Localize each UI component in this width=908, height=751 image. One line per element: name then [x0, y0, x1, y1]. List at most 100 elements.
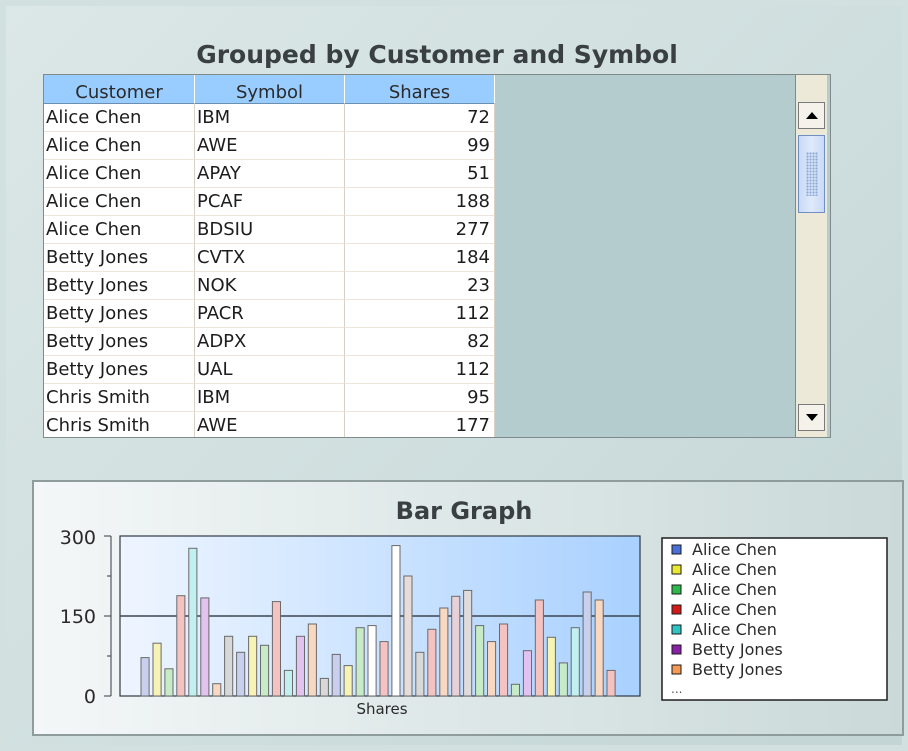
shares-cell[interactable]: 95 — [345, 384, 495, 412]
shares-cell[interactable]: 51 — [345, 160, 495, 188]
shares-cell[interactable]: 72 — [345, 104, 495, 132]
table-row[interactable]: Alice Chen PCAF 188 — [44, 188, 495, 216]
content-panel: Grouped by Customer and Symbol Customer … — [6, 6, 904, 745]
shares-cell[interactable]: 188 — [345, 188, 495, 216]
scroll-thumb[interactable] — [798, 135, 825, 213]
customer-cell[interactable]: Betty Jones — [44, 300, 195, 328]
bar — [594, 599, 604, 697]
legend-label: Alice Chen — [692, 600, 777, 619]
customer-cell[interactable]: Alice Chen — [44, 160, 195, 188]
table-row[interactable]: Alice Chen IBM 72 — [44, 104, 495, 132]
symbol-cell[interactable]: APAY — [195, 160, 345, 188]
shares-cell[interactable]: 177 — [345, 412, 495, 437]
bar — [331, 653, 341, 697]
symbol-cell[interactable]: CVTX — [195, 244, 345, 272]
bar — [499, 623, 509, 697]
column-header-customer[interactable]: Customer — [44, 75, 195, 104]
bar — [140, 657, 150, 697]
symbol-cell[interactable]: IBM — [195, 104, 345, 132]
bar — [343, 665, 353, 697]
app-window: Grouped by Customer and Symbol Customer … — [0, 0, 908, 751]
shares-cell[interactable]: 99 — [345, 132, 495, 160]
table-row[interactable]: Alice Chen APAY 51 — [44, 160, 495, 188]
table-title: Grouped by Customer and Symbol — [196, 40, 678, 69]
bar — [379, 641, 389, 697]
bar — [271, 601, 281, 697]
table-row[interactable]: Alice Chen AWE 99 — [44, 132, 495, 160]
customer-cell[interactable]: Alice Chen — [44, 104, 195, 132]
vertical-scrollbar[interactable] — [795, 75, 827, 437]
grip-icon — [806, 152, 818, 196]
customer-cell[interactable]: Betty Jones — [44, 356, 195, 384]
bar — [558, 662, 568, 697]
shares-cell[interactable]: 184 — [345, 244, 495, 272]
scroll-up-button[interactable] — [798, 102, 825, 129]
symbol-cell[interactable]: AWE — [195, 132, 345, 160]
customer-cell[interactable]: Alice Chen — [44, 188, 195, 216]
table-header: Customer Symbol Shares — [44, 75, 495, 104]
symbol-cell[interactable]: NOK — [195, 272, 345, 300]
table-row[interactable]: Chris Smith IBM 95 — [44, 384, 495, 412]
legend-swatch — [671, 604, 682, 615]
bar — [403, 575, 413, 697]
column-header-shares[interactable]: Shares — [345, 75, 495, 104]
customer-cell[interactable]: Betty Jones — [44, 244, 195, 272]
table-row[interactable]: Betty Jones NOK 23 — [44, 272, 495, 300]
symbol-cell[interactable]: UAL — [195, 356, 345, 384]
legend-label: Alice Chen — [692, 540, 777, 559]
shares-cell[interactable]: 277 — [345, 216, 495, 244]
customer-cell[interactable]: Alice Chen — [44, 216, 195, 244]
legend-label: Alice Chen — [692, 560, 777, 579]
symbol-cell[interactable]: ADPX — [195, 328, 345, 356]
symbol-cell[interactable]: PCAF — [195, 188, 345, 216]
data-table[interactable]: Customer Symbol Shares Alice Chen IBM 72 Al… — [43, 74, 831, 438]
customer-cell[interactable]: Betty Jones — [44, 328, 195, 356]
bar — [546, 636, 556, 697]
symbol-cell[interactable]: AWE — [195, 412, 345, 437]
customer-cell[interactable]: Chris Smith — [44, 412, 195, 437]
symbol-cell[interactable]: BDSIU — [195, 216, 345, 244]
shares-cell[interactable]: 82 — [345, 328, 495, 356]
shares-cell[interactable]: 112 — [345, 356, 495, 384]
column-header-symbol[interactable]: Symbol — [195, 75, 345, 104]
bar — [487, 641, 497, 697]
bar — [570, 627, 580, 697]
table-row[interactable]: Betty Jones ADPX 82 — [44, 328, 495, 356]
customer-cell[interactable]: Betty Jones — [44, 272, 195, 300]
symbol-cell[interactable]: IBM — [195, 384, 345, 412]
table-row[interactable]: Betty Jones PACR 112 — [44, 300, 495, 328]
bar — [295, 635, 305, 697]
customer-cell[interactable]: Chris Smith — [44, 384, 195, 412]
bar — [391, 545, 401, 697]
bar — [236, 651, 246, 697]
legend-swatch — [671, 564, 682, 575]
bar — [355, 627, 365, 697]
legend-label: Alice Chen — [692, 580, 777, 599]
shares-cell[interactable]: 112 — [345, 300, 495, 328]
bar — [283, 669, 293, 697]
shares-cell[interactable]: 23 — [345, 272, 495, 300]
legend-label: Betty Jones — [692, 640, 783, 659]
bar — [212, 683, 222, 697]
table-row[interactable]: Betty Jones UAL 112 — [44, 356, 495, 384]
legend-swatch — [671, 624, 682, 635]
y-tick-label: 150 — [60, 606, 96, 628]
bar — [188, 547, 198, 697]
bar — [176, 595, 186, 697]
arrow-down-icon — [806, 414, 818, 421]
bar — [307, 623, 317, 697]
table-row[interactable]: Alice Chen BDSIU 277 — [44, 216, 495, 244]
bar-graph-panel: Bar Graph 300 150 0 Shares Alice Chen Ali… — [32, 480, 904, 736]
bar — [522, 650, 532, 697]
bar — [248, 635, 258, 697]
bar — [367, 625, 377, 697]
chart-title: Bar Graph — [396, 497, 533, 525]
symbol-cell[interactable]: PACR — [195, 300, 345, 328]
table-row[interactable]: Betty Jones CVTX 184 — [44, 244, 495, 272]
bar — [152, 642, 162, 697]
table-row[interactable]: Chris Smith AWE 177 — [44, 412, 495, 437]
legend-swatch — [671, 544, 682, 555]
scroll-down-button[interactable] — [798, 404, 825, 431]
bar — [200, 597, 210, 697]
customer-cell[interactable]: Alice Chen — [44, 132, 195, 160]
